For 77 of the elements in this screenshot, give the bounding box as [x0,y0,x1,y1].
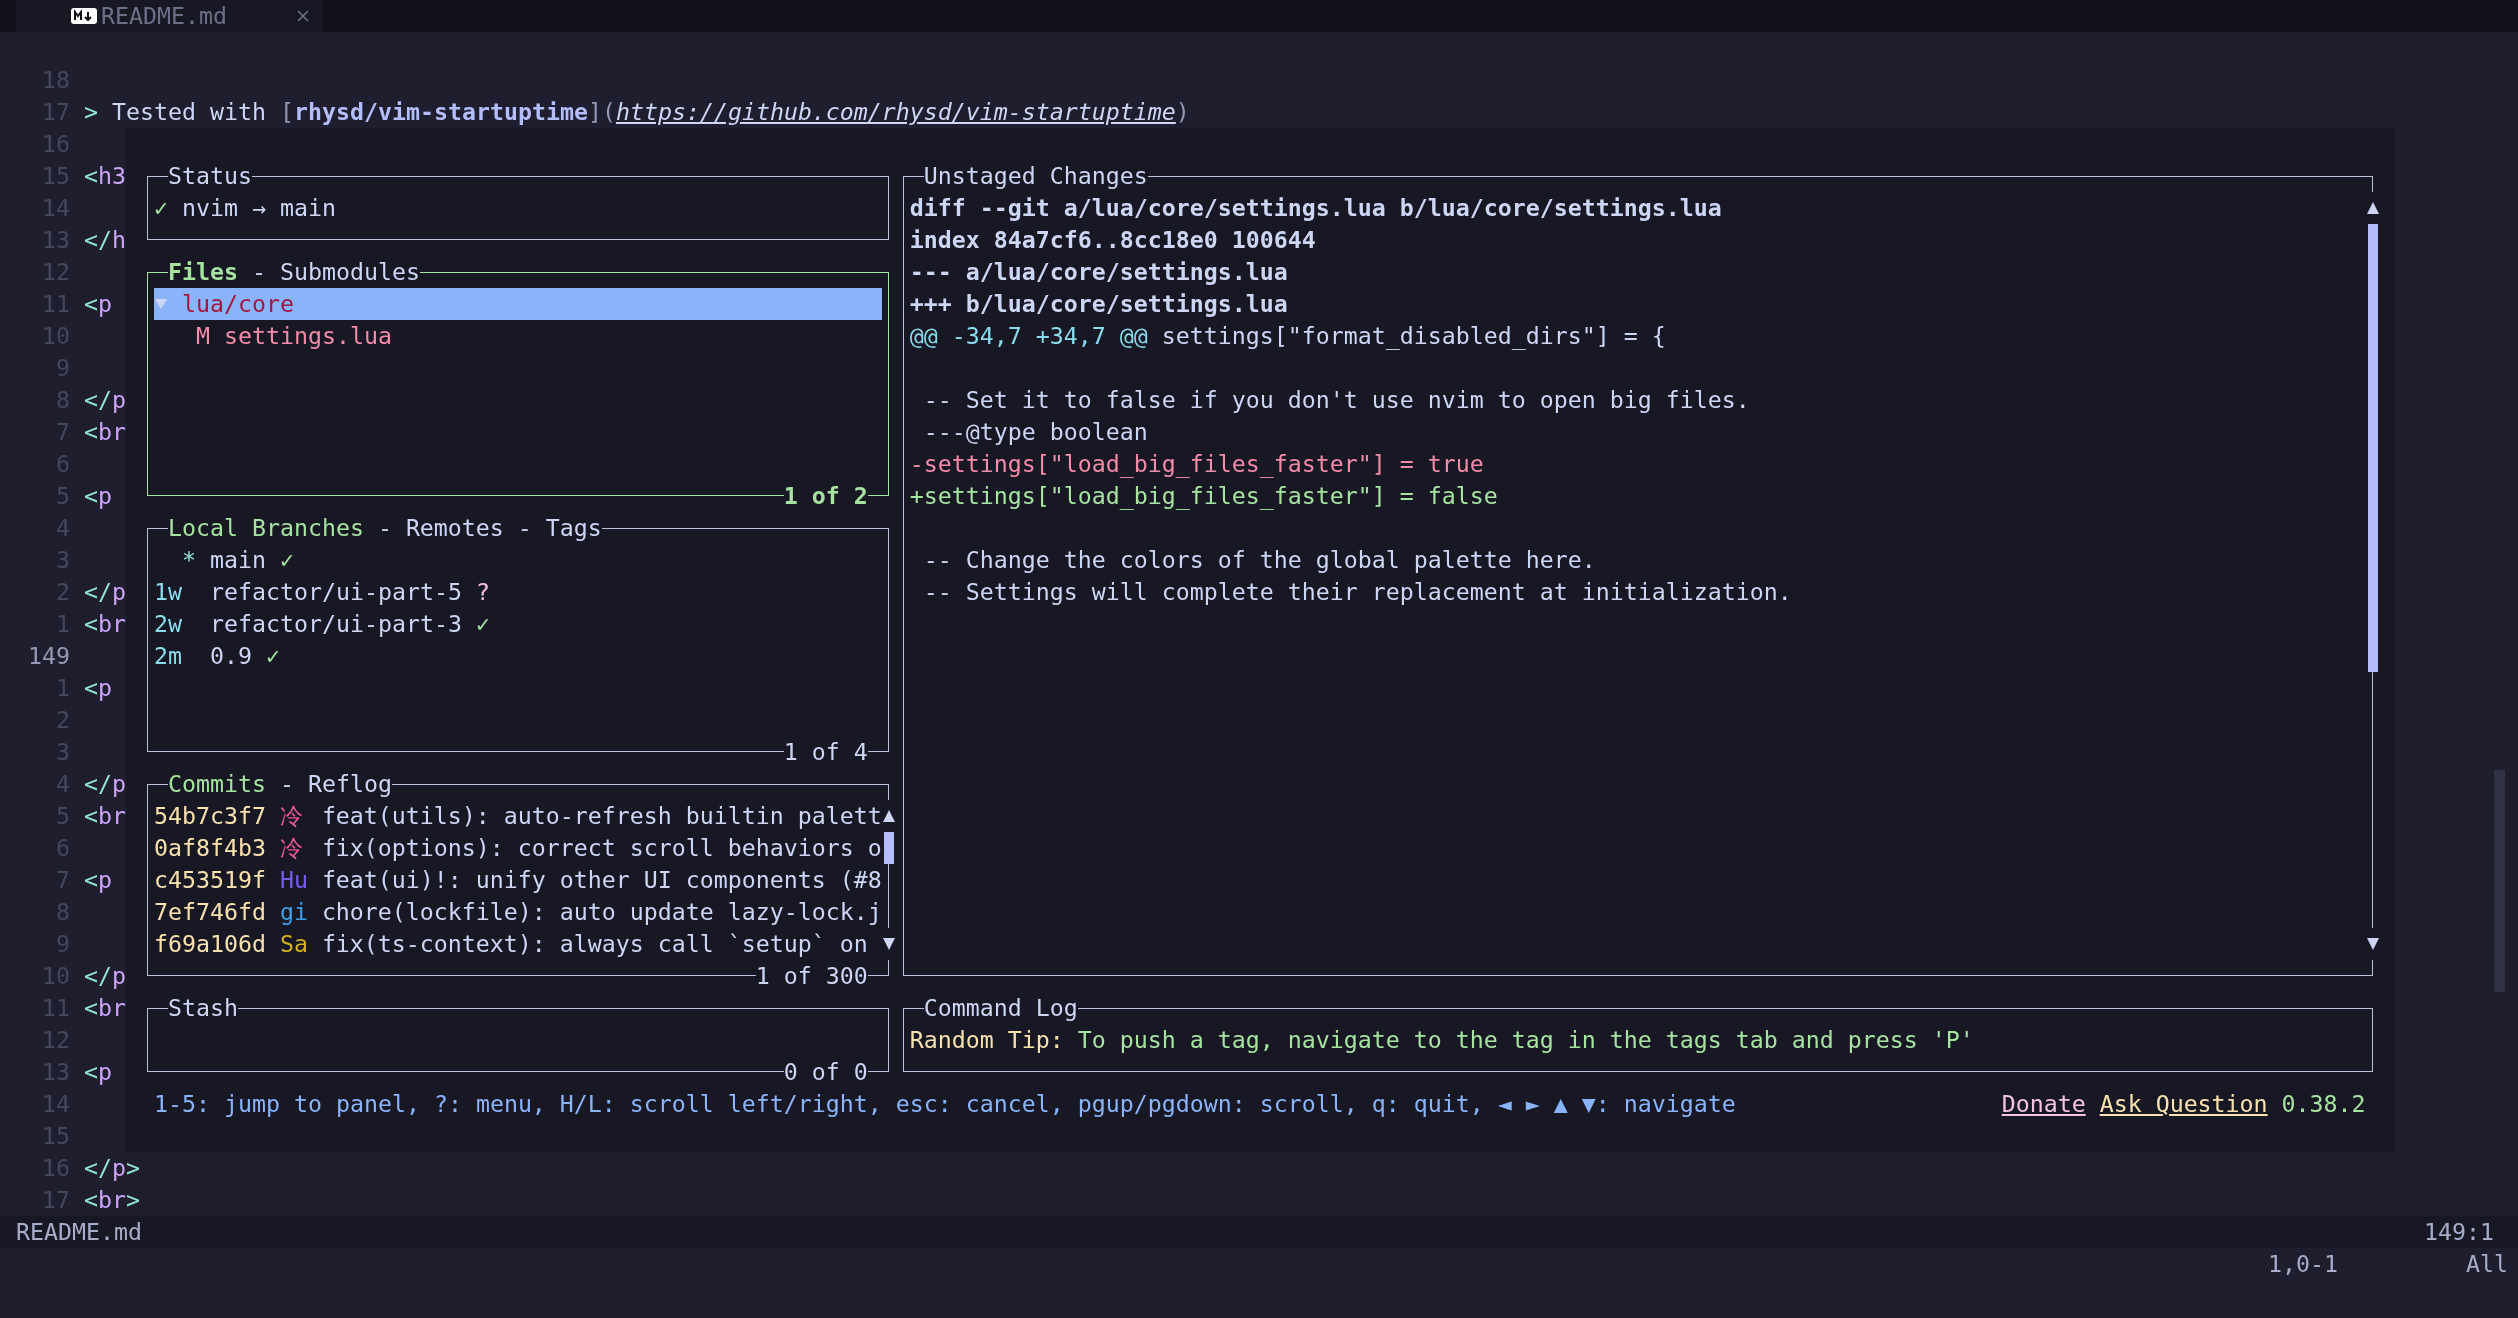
commit-row[interactable]: c453519f Hu feat(ui)!: unify other UI components (#8 [153,864,882,896]
branch-row[interactable]: 2w refactor/ui-part-3 ✓ [153,608,882,640]
tree-item[interactable]: M settings.lua [153,320,882,352]
code-line: <p [83,1057,112,1087]
footer-link[interactable]: Ask Question [2099,1088,2268,1120]
branch-row[interactable]: 1w refactor/ui-part-5 ? [153,576,882,608]
markdown-icon [71,8,97,24]
panel-tab[interactable]: Tags [545,512,602,544]
scroll-indicator: All [2466,1249,2508,1279]
code-line: <br [83,801,126,831]
code-line: > Tested with [rhysd/vim-startuptime](https://github.com/rhysd/vim-startuptime) [83,97,1190,127]
panel-tab[interactable]: Commits [167,768,266,800]
code-line: <p [83,865,112,895]
commit-row[interactable]: 54b7c3f7 冷 feat(utils): auto-refresh builtin palett [153,800,882,832]
version-label: 0.38.2 [2281,1089,2366,1119]
code-line: </p> [83,1153,140,1183]
diff-line: index 84a7cf6..8cc18e0 100644 [909,225,1316,255]
diff-line: diff --git a/lua/core/settings.lua b/lua/core/settings.lua [909,193,1722,223]
editor-tab[interactable]: README.md [16,0,322,32]
stash-panel[interactable]: Stash 0 of 0 [139,992,896,1088]
diff-line: -- Settings will complete their replacement at initialization. [922,577,1792,607]
code-line: </p [83,577,126,607]
check-mark: ✓ [153,193,168,223]
branch-row[interactable]: * main ✓ [153,544,882,576]
expand-icon[interactable] [153,297,168,311]
panel-tab[interactable]: Remotes [405,512,504,544]
diff-line: -- Set it to false if you don't use nvim to open big files. [922,385,1750,415]
diff-line: ---@type boolean [922,417,1148,447]
panel-title: Status [167,161,252,191]
panel-title: Unstaged Changes [923,161,1148,191]
close-icon[interactable] [296,9,310,23]
file-name: README.md [16,1217,142,1247]
diff-line: +settings["load_big_files_faster"] = false [909,481,1498,512]
diff-line: -- Change the colors of the global palette here. [922,545,1596,575]
code-line: </h [83,225,126,255]
panel-tab[interactable]: Files [167,256,238,288]
commit-row[interactable]: f69a106d Sa fix(ts-context): always call `setup` on [153,928,882,960]
files-panel[interactable]: Files - Submodules lua/core M settings.lua 1 of 2 [139,256,896,512]
repo-branch: nvim → main [181,193,336,223]
code-line: </p [83,385,126,415]
code-line: <h3 [83,161,126,191]
panel-tab[interactable]: Reflog [307,768,392,800]
code-line: <p [83,673,112,703]
commit-row[interactable]: 7ef746fd gi chore(lockfile): auto update lazy-lock.j [153,896,882,928]
status-panel[interactable]: Status ✓ nvim → main [139,160,896,256]
scrollbar-thumb[interactable] [883,832,894,864]
tab-separator: - [279,769,294,799]
ruler-position: 1,0-1 [2268,1249,2338,1279]
cursor-position: 149:1 [2424,1217,2494,1247]
code-line: <br [83,993,126,1023]
commit-row[interactable]: 0af8f4b3 冷 fix(options): correct scroll behaviors o [153,832,882,864]
tab-separator: - [251,257,266,287]
panel-title: Command Log [923,993,1078,1023]
branch-row[interactable]: 2m 0.9 ✓ [153,640,882,672]
diff-line: -settings["load_big_files_faster"] = true [909,449,1484,480]
panel-tab[interactable]: Local Branches [167,512,364,544]
command-log-panel[interactable]: Command Log Random Tip: To push a tag, navigate to the tag in the tags tab and press 'P' [895,992,2380,1088]
tab-separator: - [377,513,392,543]
code-line: <br> [83,1185,140,1215]
diff-line: @@ -34,7 +34,7 @@ settings["format_disabled_dirs"] = { [909,321,1666,352]
command-log-line: Random Tip: To push a tag, navigate to the tag in the tags tab and press 'P' [909,1025,1974,1055]
code-line: </p [83,769,126,799]
tab-separator: - [517,513,532,543]
code-line: <br [83,417,126,447]
keybinding-hint: 1-5: jump to panel, ?: menu, H/L: scroll left/right, esc: cancel, pgup/pgdown: scroll, q: quit, ◄ ► ▲ ▼: navigate [153,1089,1736,1119]
panel-title: Stash [167,993,238,1023]
panel-tab[interactable]: Submodules [279,256,420,288]
code-line: <br [83,609,126,639]
line-number: 149 [27,641,70,671]
code-line: <p [83,289,112,319]
scrollbar-thumb[interactable] [2367,224,2378,672]
diff-line: +++ b/lua/core/settings.lua [909,289,1288,319]
footer-link[interactable]: Donate [2001,1088,2086,1120]
diff-line: --- a/lua/core/settings.lua [909,257,1288,287]
code-line: </p [83,961,126,991]
code-line: <p [83,481,112,511]
tree-item[interactable]: lua/core [153,288,882,320]
